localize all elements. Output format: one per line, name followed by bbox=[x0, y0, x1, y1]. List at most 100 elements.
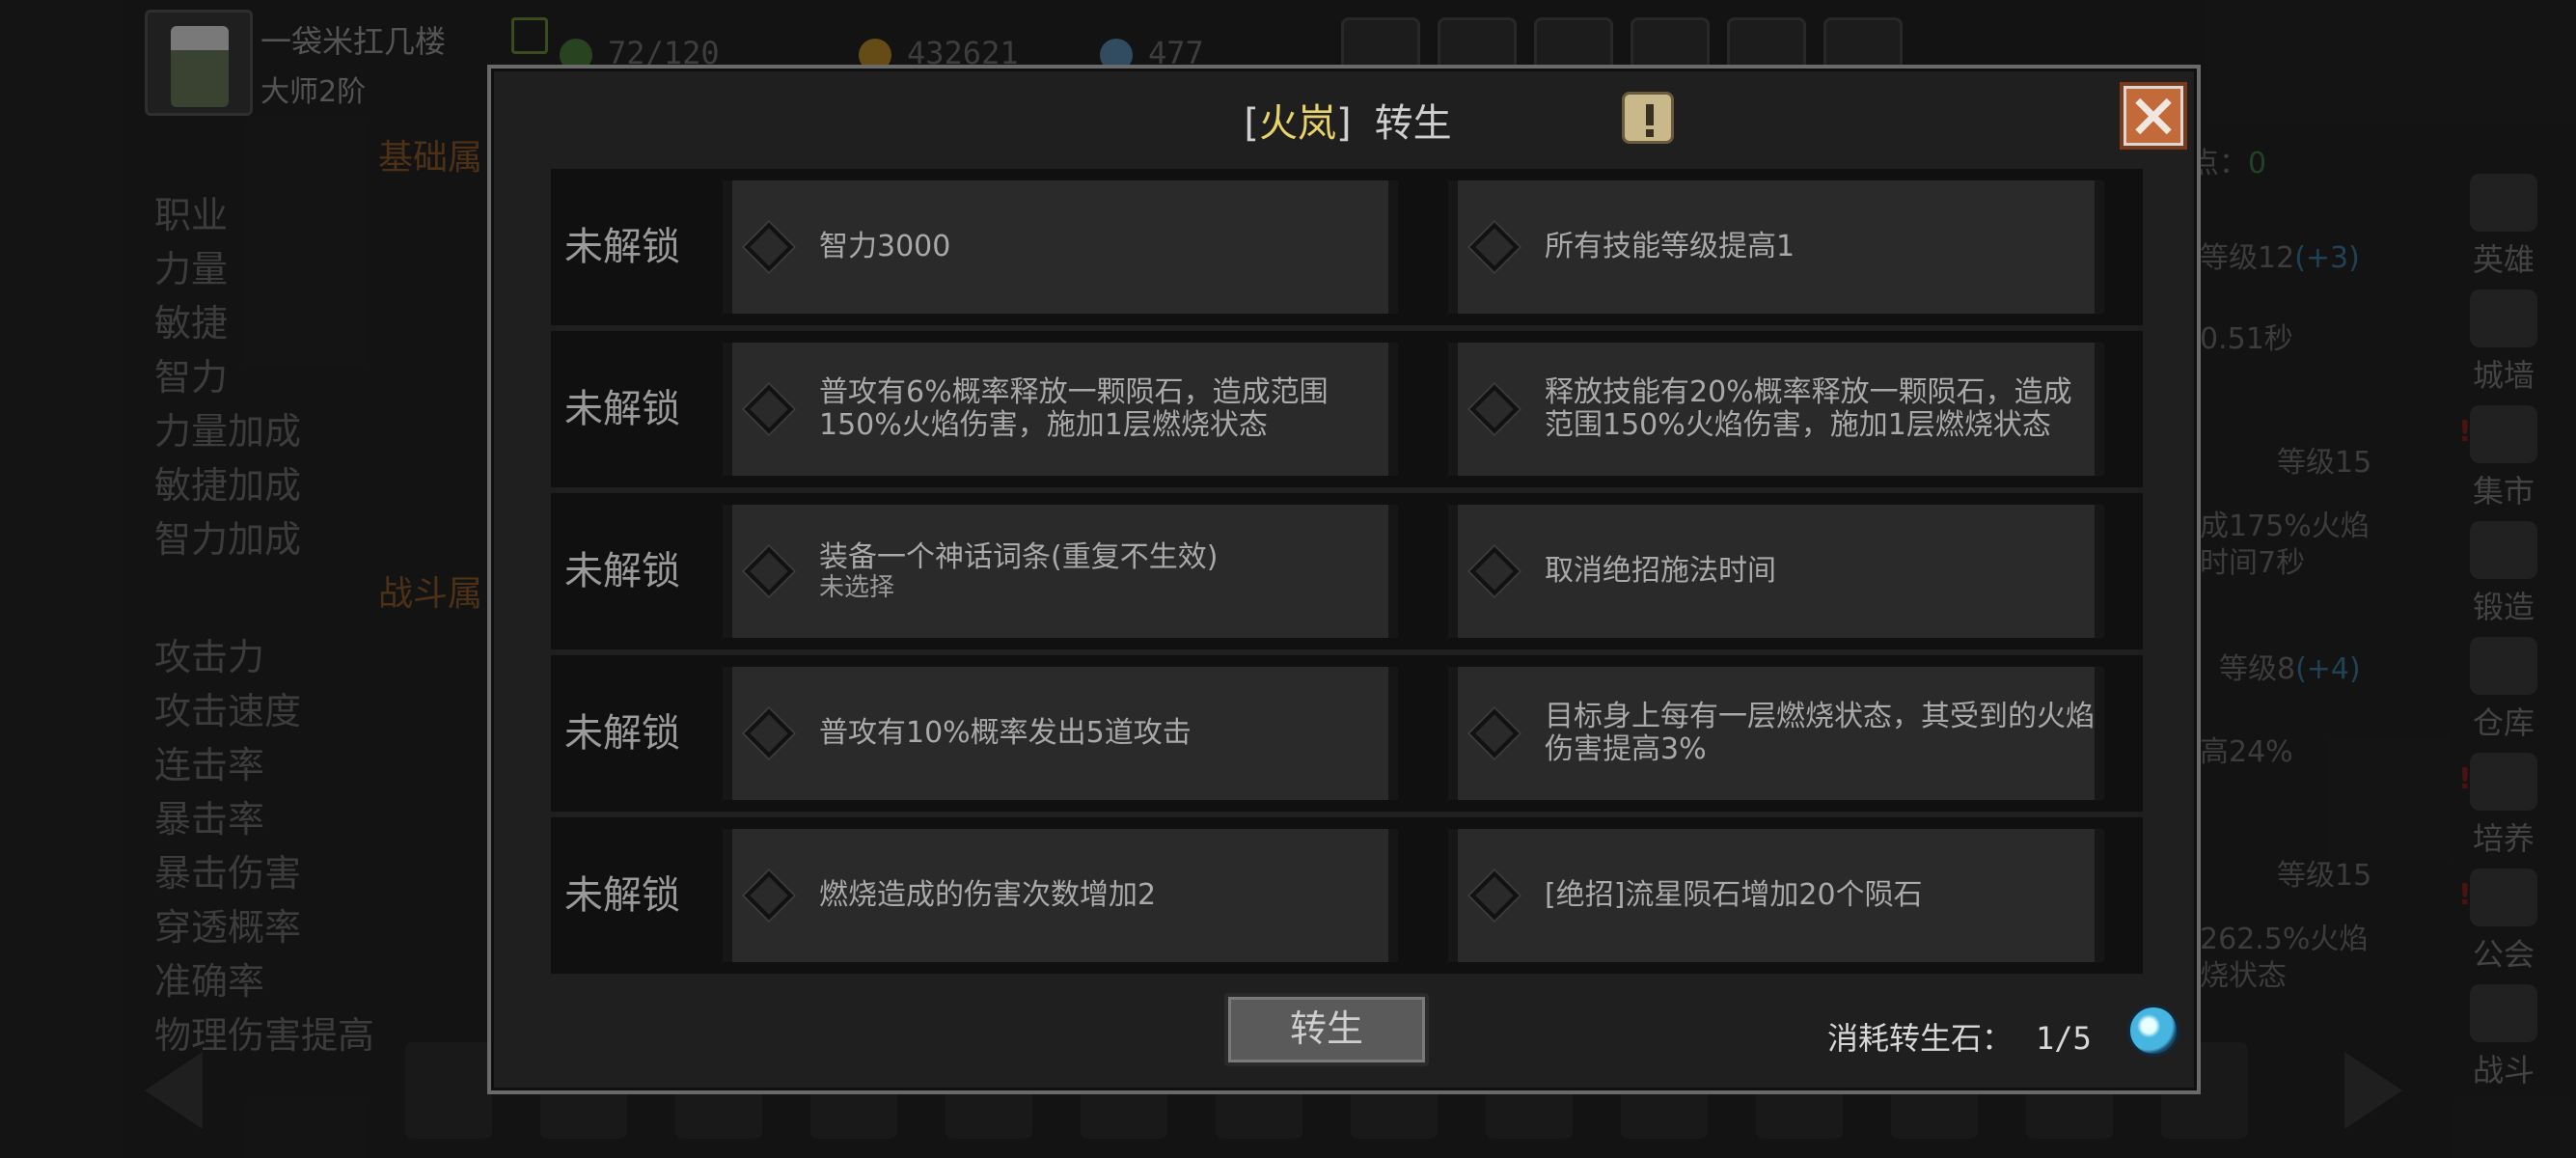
stat-label: 连击率 bbox=[154, 744, 265, 786]
stat-label: 穿透概率 bbox=[154, 906, 302, 949]
stat-label: 职业 bbox=[154, 194, 229, 236]
option-text: [绝招]流星陨石增加20个陨石 bbox=[1545, 878, 1923, 912]
nav-forge[interactable]: 锻造 bbox=[2451, 521, 2557, 627]
avatar-figure bbox=[171, 26, 229, 107]
alert-icon: ! bbox=[2458, 878, 2472, 912]
tier-status: 未解锁 bbox=[564, 873, 680, 918]
skill-level: 等级15 bbox=[2277, 859, 2372, 893]
tier-option-right[interactable]: 所有技能等级提高1 bbox=[1448, 180, 2104, 314]
info-button[interactable] bbox=[1622, 92, 1674, 144]
tier-status: 未解锁 bbox=[564, 549, 680, 593]
tier-row: 未解锁 普攻有10%概率发出5道攻击 目标身上每有一层燃烧状态，其受到的火焰伤害… bbox=[551, 655, 2143, 812]
tier-option-right[interactable]: 释放技能有20%概率释放一颗陨石，造成范围150%火焰伤害，施加1层燃烧状态 bbox=[1448, 343, 2104, 476]
option-text: 释放技能有20%概率释放一颗陨石，造成范围150%火焰伤害，施加1层燃烧状态 bbox=[1545, 375, 2072, 442]
base-attributes-title: 基础属 bbox=[378, 138, 483, 178]
stat-label: 敏捷 bbox=[154, 302, 229, 345]
skill-desc: 时间7秒 bbox=[2200, 546, 2306, 580]
tier-option-left[interactable]: 普攻有6%概率释放一颗陨石，造成范围150%火焰伤害，施加1层燃烧状态 bbox=[723, 343, 1398, 476]
market-icon bbox=[2470, 405, 2537, 463]
diamond-icon bbox=[744, 708, 794, 758]
diamond-icon bbox=[1469, 870, 1520, 921]
nav-warehouse[interactable]: 仓库 bbox=[2451, 637, 2557, 743]
tier-option-left[interactable]: 燃烧造成的伤害次数增加2 bbox=[723, 829, 1398, 962]
hero-name: 火岚 bbox=[1259, 101, 1336, 146]
option-subtext: 未选择 bbox=[819, 573, 895, 602]
nav-battle[interactable]: 战斗 bbox=[2451, 984, 2557, 1090]
nav-cultivate[interactable]: ! 培养 bbox=[2451, 753, 2557, 859]
stat-label: 力量 bbox=[154, 248, 229, 290]
cost-value: 1/5 bbox=[2036, 1020, 2092, 1057]
skill-desc: 高24% bbox=[2200, 735, 2293, 769]
anvil-icon bbox=[2470, 521, 2537, 579]
rebirth-stone-icon bbox=[2127, 1005, 2179, 1057]
tier-option-right[interactable]: [绝招]流星陨石增加20个陨石 bbox=[1448, 829, 2104, 962]
nav-wall[interactable]: 城墙 bbox=[2451, 290, 2557, 396]
side-navigation: 英雄 城墙 ! 集市 锻造 仓库 ! 培养 ! 公会 战斗 bbox=[2451, 174, 2557, 1100]
combat-attributes-title: 战斗属 bbox=[378, 574, 483, 614]
tier-option-left[interactable]: 智力3000 bbox=[723, 180, 1398, 314]
stat-label: 智力加成 bbox=[154, 518, 302, 561]
skill-level: 等级15 bbox=[2277, 446, 2372, 480]
cultivate-icon bbox=[2470, 753, 2537, 811]
nav-guild[interactable]: ! 公会 bbox=[2451, 868, 2557, 975]
warehouse-icon bbox=[2470, 637, 2537, 695]
next-hero-arrow-icon[interactable] bbox=[2344, 1052, 2402, 1129]
stat-label: 力量加成 bbox=[154, 410, 302, 453]
guild-icon bbox=[2470, 868, 2537, 926]
stat-label: 攻击速度 bbox=[154, 690, 302, 732]
tier-status: 未解锁 bbox=[564, 711, 680, 756]
attribute-panel: 基础属 职业 力量 敏捷 智力 力量加成 敏捷加成 智力加成 战斗属 攻击力 攻… bbox=[145, 125, 492, 1057]
previous-hero-arrow-icon[interactable] bbox=[145, 1052, 203, 1129]
stat-label: 攻击力 bbox=[154, 636, 265, 678]
hero-slot[interactable] bbox=[405, 1042, 492, 1139]
tier-option-right[interactable]: 取消绝招施法时间 bbox=[1448, 505, 2104, 638]
tier-row: 未解锁 燃烧造成的伤害次数增加2 [绝招]流星陨石增加20个陨石 bbox=[551, 817, 2143, 974]
rebirth-tiers: 未解锁 智力3000 所有技能等级提高1 未解锁 普攻有6%概率释放一颗陨石，造… bbox=[551, 169, 2143, 1037]
diamond-icon bbox=[1469, 222, 1520, 272]
diamond-icon bbox=[1469, 708, 1520, 758]
player-rank: 大师2阶 bbox=[260, 75, 367, 109]
portal-icon bbox=[2470, 984, 2537, 1042]
alert-icon: ! bbox=[2458, 415, 2472, 449]
diamond-icon bbox=[1469, 546, 1520, 596]
option-text: 所有技能等级提高1 bbox=[1545, 230, 1795, 263]
stat-label: 智力 bbox=[154, 356, 229, 399]
nav-market[interactable]: ! 集市 bbox=[2451, 405, 2557, 511]
diamond-icon bbox=[1469, 384, 1520, 434]
dialog-action: 转生 bbox=[1374, 101, 1452, 146]
stat-label: 敏捷加成 bbox=[154, 464, 302, 507]
diamond-icon bbox=[744, 222, 794, 272]
skill-level: 等级12(+3) bbox=[2200, 241, 2360, 275]
option-text: 装备一个神话词条(重复不生效) 未选择 bbox=[819, 541, 1388, 602]
option-text: 智力3000 bbox=[819, 230, 951, 263]
option-text: 取消绝招施法时间 bbox=[1545, 554, 1776, 588]
stat-label: 暴击伤害 bbox=[154, 852, 302, 895]
tier-option-left[interactable]: 装备一个神话词条(重复不生效) 未选择 bbox=[723, 505, 1398, 638]
dialog-title: [火岚] 转生 bbox=[1244, 101, 1452, 146]
stat-label: 准确率 bbox=[154, 960, 265, 1003]
diamond-icon bbox=[744, 870, 794, 921]
rebirth-stone-cost: 消耗转生石： 1/5 bbox=[1827, 1014, 2092, 1059]
exclamation-icon bbox=[1646, 104, 1654, 125]
tier-row: 未解锁 普攻有6%概率释放一颗陨石，造成范围150%火焰伤害，施加1层燃烧状态 … bbox=[551, 331, 2143, 487]
option-text: 目标身上每有一层燃烧状态，其受到的火焰伤害提高3% bbox=[1545, 700, 2095, 766]
skill-desc: 0.51秒 bbox=[2200, 322, 2293, 356]
tier-status: 未解锁 bbox=[564, 387, 680, 431]
option-text: 普攻有6%概率释放一颗陨石，造成范围150%火焰伤害，施加1层燃烧状态 bbox=[819, 375, 1329, 442]
tier-row: 未解锁 装备一个神话词条(重复不生效) 未选择 取消绝招施法时间 bbox=[551, 493, 2143, 649]
tier-option-right[interactable]: 目标身上每有一层燃烧状态，其受到的火焰伤害提高3% bbox=[1448, 667, 2104, 800]
hero-icon bbox=[2470, 174, 2537, 232]
tier-row: 未解锁 智力3000 所有技能等级提高1 bbox=[551, 169, 2143, 325]
tier-status: 未解锁 bbox=[564, 225, 680, 269]
diamond-icon bbox=[744, 546, 794, 596]
close-button[interactable] bbox=[2120, 82, 2187, 150]
diamond-icon bbox=[744, 384, 794, 434]
alert-icon: ! bbox=[2458, 762, 2472, 796]
rebirth-button[interactable]: 转生 bbox=[1224, 993, 1429, 1066]
stat-label: 暴击率 bbox=[154, 798, 265, 841]
skill-desc: 烧状态 bbox=[2200, 959, 2287, 993]
edit-name-icon[interactable] bbox=[511, 17, 548, 54]
nav-hero[interactable]: 英雄 bbox=[2451, 174, 2557, 280]
player-avatar[interactable] bbox=[145, 10, 253, 116]
tier-option-left[interactable]: 普攻有10%概率发出5道攻击 bbox=[723, 667, 1398, 800]
